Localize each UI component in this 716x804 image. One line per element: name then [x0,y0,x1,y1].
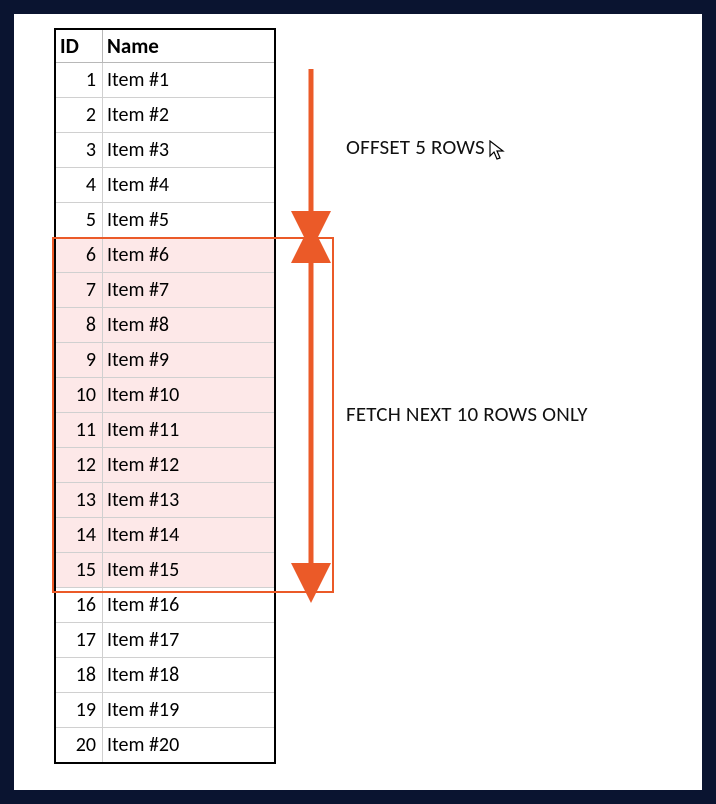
cell-name: Item #2 [103,98,276,133]
items-table: ID Name 1Item #12Item #23Item #34Item #4… [54,28,276,764]
table-row: 12Item #12 [55,448,275,483]
table-row: 9Item #9 [55,343,275,378]
cell-name: Item #16 [103,588,276,623]
diagram-canvas: ID Name 1Item #12Item #23Item #34Item #4… [14,14,702,790]
cell-id: 8 [55,308,103,343]
cell-id: 11 [55,413,103,448]
table-row: 6Item #6 [55,238,275,273]
offset-annotation-label: OFFSET 5 ROWS [346,134,485,160]
table-row: 19Item #19 [55,693,275,728]
cell-name: Item #3 [103,133,276,168]
cell-id: 13 [55,483,103,518]
cell-id: 4 [55,168,103,203]
fetch-annotation-label: FETCH NEXT 10 ROWS ONLY [346,401,588,427]
cell-id: 18 [55,658,103,693]
table-row: 2Item #2 [55,98,275,133]
table-row: 18Item #18 [55,658,275,693]
cell-name: Item #18 [103,658,276,693]
cell-id: 12 [55,448,103,483]
table-row: 14Item #14 [55,518,275,553]
cell-id: 20 [55,728,103,764]
table-row: 20Item #20 [55,728,275,764]
cell-id: 9 [55,343,103,378]
cell-id: 7 [55,273,103,308]
cell-name: Item #8 [103,308,276,343]
cell-name: Item #17 [103,623,276,658]
offset-arrow-icon [306,69,326,231]
table-row: 4Item #4 [55,168,275,203]
cell-id: 5 [55,203,103,238]
cell-name: Item #10 [103,378,276,413]
col-header-name: Name [103,29,276,63]
cell-id: 1 [55,63,103,98]
cell-id: 3 [55,133,103,168]
table-row: 5Item #5 [55,203,275,238]
table-row: 16Item #16 [55,588,275,623]
table-row: 1Item #1 [55,63,275,98]
cell-id: 14 [55,518,103,553]
table-row: 8Item #8 [55,308,275,343]
cell-name: Item #1 [103,63,276,98]
cell-id: 15 [55,553,103,588]
cell-name: Item #11 [103,413,276,448]
cell-id: 17 [55,623,103,658]
table-row: 13Item #13 [55,483,275,518]
cell-id: 2 [55,98,103,133]
cell-id: 16 [55,588,103,623]
cell-name: Item #6 [103,238,276,273]
cell-name: Item #20 [103,728,276,764]
cell-name: Item #4 [103,168,276,203]
fetch-arrow-icon [306,243,326,583]
table-row: 15Item #15 [55,553,275,588]
table-row: 17Item #17 [55,623,275,658]
cell-name: Item #5 [103,203,276,238]
table-row: 3Item #3 [55,133,275,168]
cell-id: 6 [55,238,103,273]
col-header-id: ID [55,29,103,63]
cell-name: Item #9 [103,343,276,378]
table-row: 11Item #11 [55,413,275,448]
table-row: 7Item #7 [55,273,275,308]
table-row: 10Item #10 [55,378,275,413]
cell-name: Item #15 [103,553,276,588]
cell-name: Item #12 [103,448,276,483]
cursor-icon [489,140,505,162]
cell-name: Item #7 [103,273,276,308]
cell-id: 19 [55,693,103,728]
cell-name: Item #13 [103,483,276,518]
cell-name: Item #19 [103,693,276,728]
cell-id: 10 [55,378,103,413]
cell-name: Item #14 [103,518,276,553]
